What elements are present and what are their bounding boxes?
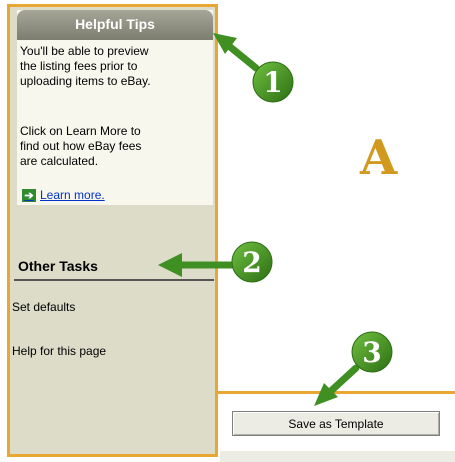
callout-3-badge: 3 [351,331,393,373]
callout-1-number: 1 [263,66,282,99]
callout-overlay: 1 2 3 [158,33,393,406]
callout-2-number: 2 [242,246,261,279]
callout-2-arrow [158,253,236,277]
callout-3-number: 3 [362,336,381,369]
callout-3-arrow [314,364,360,406]
callout-2-badge: 2 [231,241,273,283]
callout-1-arrow [213,33,260,72]
callout-1-badge: 1 [252,61,294,103]
